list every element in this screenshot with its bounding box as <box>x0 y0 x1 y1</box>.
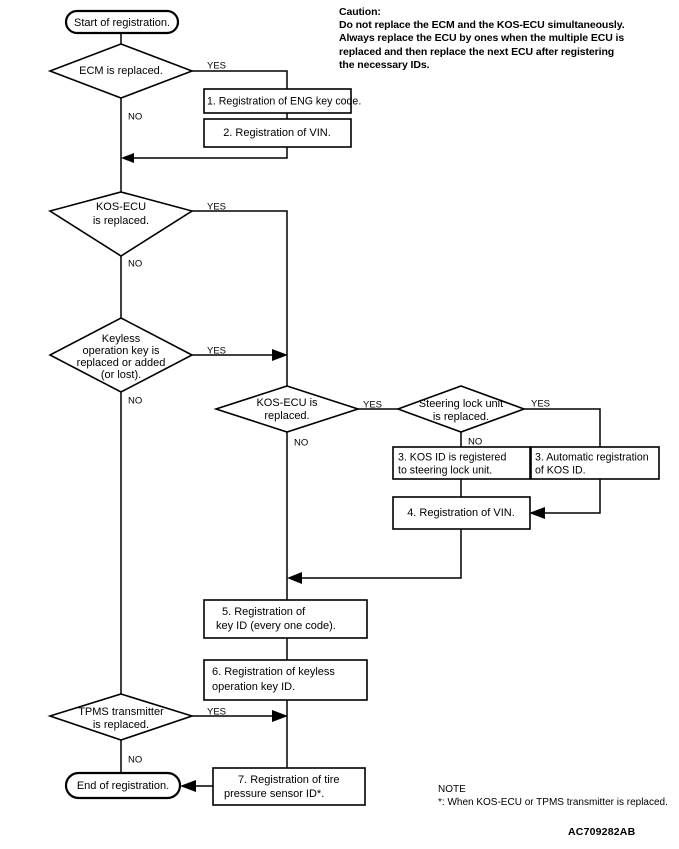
flowchart-canvas: Start of registration. ECM is replaced. … <box>0 0 679 849</box>
node-process-7[interactable]: 7. Registration of tire pressure sensor … <box>212 767 366 806</box>
arrowhead-keyless-yes <box>272 349 288 361</box>
caution-line-1: Do not replace the ECM and the KOS-ECU s… <box>339 19 625 32</box>
p3a-label-2: to steering lock unit. <box>398 464 492 476</box>
node-start[interactable]: Start of registration. <box>64 9 180 35</box>
edge-p2-to-main <box>128 147 288 159</box>
caution-heading: Caution: <box>339 6 381 18</box>
label-kos1-no: NO <box>128 259 142 270</box>
edge-p3b-to-p4 <box>538 479 601 514</box>
kos2-decision-label-1: KOS-ECU is <box>256 397 318 409</box>
label-keyless-yes: YES <box>207 346 226 357</box>
p3b-label-2: of KOS ID. <box>535 464 586 476</box>
p6-label-2: operation key ID. <box>212 681 295 693</box>
ecm-decision-label: ECM is replaced. <box>79 65 163 77</box>
node-process-2[interactable]: 2. Registration of VIN. <box>203 118 352 148</box>
label-kos1-yes: YES <box>207 202 226 213</box>
edge-steering-yes <box>524 408 601 447</box>
arrowhead-p4-merge <box>287 572 302 584</box>
note-heading: NOTE <box>438 784 466 795</box>
p3a-label-1: 3. KOS ID is registered <box>398 451 506 463</box>
p5-label-2: key ID (every one code). <box>216 620 336 632</box>
note-block: NOTE *: When KOS-ECU or TPMS transmitter… <box>438 784 678 809</box>
node-decision-tpms[interactable]: TPMS transmitter is replaced. <box>47 693 195 741</box>
arrowhead-tpms-yes <box>272 710 288 722</box>
node-process-1[interactable]: 1. Registration of ENG key code. <box>203 88 361 114</box>
node-decision-ecm[interactable]: ECM is replaced. <box>47 43 195 99</box>
node-process-3b[interactable]: 3. Automatic registration of KOS ID. <box>530 446 660 480</box>
steering-decision-label-1: Steering lock unit <box>419 398 503 410</box>
kos1-decision-label-1: KOS-ECU <box>96 201 146 213</box>
label-kos2-yes: YES <box>363 400 382 411</box>
arrowhead-p7-to-end <box>180 780 196 792</box>
label-keyless-no: NO <box>128 396 142 407</box>
keyless-decision-label-4: (or lost). <box>101 369 141 381</box>
node-process-6[interactable]: 6. Registration of keyless operation key… <box>203 659 368 701</box>
label-ecm-yes: YES <box>207 61 226 72</box>
p6-label-1: 6. Registration of keyless <box>212 666 335 678</box>
caution-line-2: Always replace the ECU by ones when the … <box>339 32 625 45</box>
start-label: Start of registration. <box>74 17 170 29</box>
p4-label: 4. Registration of VIN. <box>407 507 515 519</box>
caution-line-3: replaced and then replace the next ECU a… <box>339 45 615 58</box>
node-decision-steering[interactable]: Steering lock unit is replaced. <box>395 385 527 433</box>
node-end[interactable]: End of registration. <box>64 771 182 800</box>
arrowhead-p2-merge <box>121 153 134 163</box>
node-decision-kos2[interactable]: KOS-ECU is replaced. <box>213 385 361 433</box>
node-process-3a[interactable]: 3. KOS ID is registered to steering lock… <box>392 446 531 480</box>
kos1-decision-label-2: is replaced. <box>93 215 149 227</box>
tpms-decision-label-1: TPMS transmitter <box>78 706 164 718</box>
edge-kos1-yes <box>192 210 288 355</box>
p3b-label-1: 3. Automatic registration <box>535 451 649 463</box>
p7-label-2: pressure sensor ID*. <box>224 788 324 800</box>
end-label: End of registration. <box>77 780 169 792</box>
caution-line-4: the necessary IDs. <box>339 58 430 71</box>
node-decision-kos1[interactable]: KOS-ECU is replaced. <box>48 191 194 257</box>
label-ecm-no: NO <box>128 112 142 123</box>
keyless-decision-label-2: operation key is <box>82 345 160 357</box>
note-line-1: *: When KOS-ECU or TPMS transmitter is r… <box>438 796 668 808</box>
p5-label-1: 5. Registration of <box>222 606 306 618</box>
kos2-decision-label-2: replaced. <box>264 410 309 422</box>
edge-ecm-yes-to-p1 <box>192 70 288 89</box>
flowchart-svg: Start of registration. ECM is replaced. … <box>47 9 660 806</box>
node-process-5[interactable]: 5. Registration of key ID (every one cod… <box>203 599 368 639</box>
edge-p4-to-merge <box>295 529 462 579</box>
label-kos2-no: NO <box>294 438 308 449</box>
label-steering-yes: YES <box>531 399 550 410</box>
keyless-decision-label-3: replaced or added <box>77 357 166 369</box>
node-decision-keyless[interactable]: Keyless operation key is replaced or add… <box>48 317 194 393</box>
p1-label: 1. Registration of ENG key code. <box>207 95 361 107</box>
label-tpms-yes: YES <box>207 707 226 718</box>
tpms-decision-label-2: is replaced. <box>93 719 149 731</box>
steering-decision-label-2: is replaced. <box>433 411 489 423</box>
label-steering-no: NO <box>468 437 482 448</box>
figure-code: AC709282AB <box>568 826 636 838</box>
node-process-4[interactable]: 4. Registration of VIN. <box>392 496 531 530</box>
arrowhead-p3b-to-p4 <box>529 507 545 519</box>
p2-label: 2. Registration of VIN. <box>223 127 331 139</box>
caution-block: Caution: Do not replace the ECM and the … <box>339 6 669 72</box>
label-tpms-no: NO <box>128 755 142 766</box>
keyless-decision-label-1: Keyless <box>102 333 141 345</box>
p7-label-1: 7. Registration of tire <box>238 774 340 786</box>
